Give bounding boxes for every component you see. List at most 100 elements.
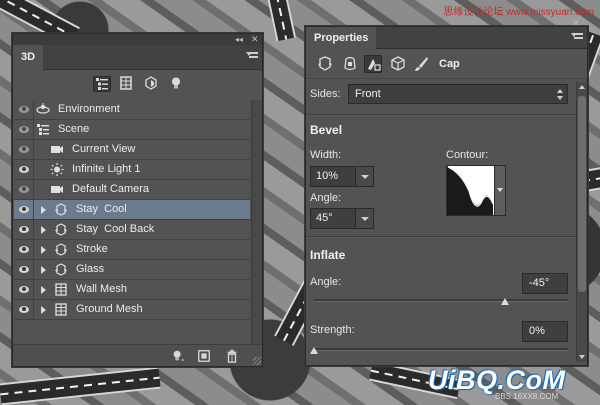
resize-grip[interactable] bbox=[253, 357, 261, 365]
film-strip-decoration bbox=[0, 366, 161, 405]
camera-icon bbox=[50, 143, 64, 156]
scroll-down-icon[interactable] bbox=[579, 355, 585, 359]
render-icon[interactable] bbox=[197, 349, 211, 363]
visibility-toggle[interactable] bbox=[14, 260, 34, 279]
expand-arrow-icon[interactable] bbox=[41, 206, 46, 214]
inflate-strength-label: Strength: bbox=[310, 324, 355, 336]
properties-scrollbar[interactable] bbox=[576, 82, 587, 362]
layer-row[interactable]: Stroke bbox=[14, 240, 250, 260]
visibility-toggle[interactable] bbox=[14, 180, 34, 199]
dropdown-arrow-icon[interactable] bbox=[355, 167, 373, 186]
layer-list-scrollbar[interactable] bbox=[251, 100, 262, 346]
brush-mode-button[interactable] bbox=[412, 55, 430, 73]
scroll-up-icon[interactable] bbox=[579, 85, 585, 89]
eye-icon bbox=[19, 246, 29, 253]
panel-properties: Properties ✕ Cap Sides: Front Bevel Widt… bbox=[305, 18, 588, 366]
material-filter-button[interactable] bbox=[143, 76, 161, 92]
brush-mode-icon bbox=[415, 57, 428, 71]
cap-mode-button[interactable] bbox=[364, 55, 382, 73]
eye-icon bbox=[19, 106, 29, 113]
section-divider bbox=[306, 114, 576, 115]
tab-properties[interactable]: Properties bbox=[306, 27, 377, 49]
expand-arrow-icon[interactable] bbox=[41, 246, 46, 254]
visibility-toggle[interactable] bbox=[14, 160, 34, 179]
filter-toolbar bbox=[13, 70, 262, 99]
layer-row[interactable]: Infinite Light 1 bbox=[14, 160, 250, 180]
film-strip-decoration bbox=[263, 0, 297, 42]
camera-icon bbox=[50, 183, 64, 196]
material-icon bbox=[145, 76, 157, 90]
scroll-thumb[interactable] bbox=[578, 96, 586, 292]
grid-mesh-icon bbox=[54, 283, 68, 296]
inflate-angle-field[interactable]: -45° bbox=[522, 273, 568, 294]
layer-row[interactable]: Wall Mesh bbox=[14, 280, 250, 300]
layer-row[interactable]: Stay Cool Back bbox=[14, 220, 250, 240]
inflate-angle-slider-thumb[interactable] bbox=[500, 298, 509, 305]
mesh-icon bbox=[120, 76, 132, 90]
panel-3d: ◂◂ ✕ 3D Environment Scene Current View I… bbox=[12, 33, 263, 367]
layer-row[interactable]: Current View bbox=[14, 140, 250, 160]
layer-label: Wall Mesh bbox=[76, 283, 127, 295]
bevel-width-combo[interactable]: 10% bbox=[310, 166, 374, 187]
inflate-strength-slider-thumb[interactable] bbox=[310, 347, 318, 354]
close-panel-button[interactable]: ✕ bbox=[572, 18, 580, 29]
panel-footer bbox=[13, 344, 262, 366]
layer-row[interactable]: Stay Cool bbox=[14, 200, 250, 220]
panel-menu-icon[interactable] bbox=[246, 52, 258, 62]
deform-mode-button[interactable] bbox=[341, 55, 359, 73]
dropdown-arrow-icon[interactable] bbox=[355, 209, 373, 228]
mode-toolbar: Cap bbox=[306, 49, 587, 79]
expand-arrow-icon[interactable] bbox=[41, 226, 46, 234]
scene-filter-button[interactable] bbox=[93, 76, 111, 92]
close-panel-button[interactable]: ✕ bbox=[251, 34, 259, 45]
layer-row[interactable]: Scene bbox=[14, 120, 250, 140]
visibility-toggle[interactable] bbox=[14, 280, 34, 299]
eye-icon bbox=[19, 286, 29, 293]
eye-icon bbox=[19, 126, 29, 133]
add-light-icon[interactable] bbox=[171, 349, 185, 363]
eye-icon bbox=[19, 146, 29, 153]
panel-topbar: ◂◂ ✕ bbox=[13, 34, 262, 45]
layer-label: Ground Mesh bbox=[76, 303, 143, 315]
layer-row[interactable]: Default Camera bbox=[14, 180, 250, 200]
eye-icon bbox=[19, 306, 29, 313]
bevel-title: Bevel bbox=[310, 123, 343, 137]
coordinates-mode-icon bbox=[391, 56, 405, 71]
layer-label: Environment bbox=[58, 103, 120, 115]
visibility-toggle[interactable] bbox=[14, 120, 34, 139]
layer-row[interactable]: Ground Mesh bbox=[14, 300, 250, 320]
mesh-object-icon bbox=[54, 223, 68, 236]
sides-select[interactable]: Front bbox=[348, 84, 568, 104]
active-mode-label: Cap bbox=[439, 58, 460, 70]
bevel-angle-value: 45° bbox=[316, 212, 333, 224]
expand-arrow-icon[interactable] bbox=[41, 266, 46, 274]
expand-arrow-icon[interactable] bbox=[41, 306, 46, 314]
contour-label: Contour: bbox=[446, 149, 489, 161]
visibility-toggle[interactable] bbox=[14, 300, 34, 319]
layer-label: Stay Cool bbox=[76, 203, 127, 215]
inflate-strength-slider-track[interactable] bbox=[314, 348, 568, 351]
layer-row[interactable]: Glass bbox=[14, 260, 250, 280]
inflate-strength-field[interactable]: 0% bbox=[522, 321, 568, 342]
select-arrows-icon bbox=[557, 89, 563, 100]
visibility-toggle[interactable] bbox=[14, 100, 34, 119]
visibility-toggle[interactable] bbox=[14, 200, 34, 219]
visibility-toggle[interactable] bbox=[14, 240, 34, 259]
contour-dropdown-button[interactable] bbox=[494, 165, 506, 216]
layer-label: Scene bbox=[58, 123, 90, 135]
light-filter-button[interactable] bbox=[168, 76, 186, 92]
mesh-mode-button[interactable] bbox=[316, 55, 334, 73]
mesh-filter-button[interactable] bbox=[118, 76, 136, 92]
layer-row[interactable]: Environment bbox=[14, 100, 250, 120]
bevel-angle-combo[interactable]: 45° bbox=[310, 208, 374, 229]
trash-icon[interactable] bbox=[225, 349, 239, 363]
inflate-angle-slider-track[interactable] bbox=[314, 299, 568, 302]
visibility-toggle[interactable] bbox=[14, 140, 34, 159]
panel-menu-icon[interactable] bbox=[571, 33, 583, 43]
expand-arrow-icon[interactable] bbox=[41, 286, 46, 294]
sides-row: Sides: Front bbox=[306, 82, 576, 110]
collapse-panel-button[interactable]: ◂◂ bbox=[235, 34, 243, 45]
visibility-toggle[interactable] bbox=[14, 220, 34, 239]
tab-3d[interactable]: 3D bbox=[13, 45, 44, 70]
coordinates-mode-button[interactable] bbox=[389, 55, 407, 73]
